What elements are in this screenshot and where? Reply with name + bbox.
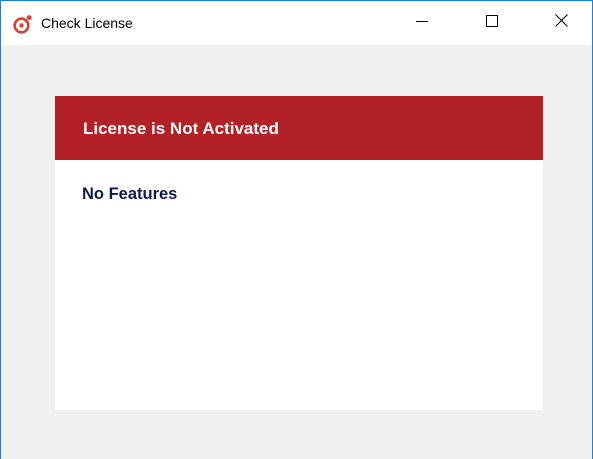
app-logo-icon: [13, 14, 33, 34]
maximize-icon: [486, 14, 498, 32]
title-bar[interactable]: Check License: [1, 1, 592, 45]
close-icon: [554, 14, 568, 32]
minimize-button[interactable]: [399, 1, 445, 45]
license-status-text: License is Not Activated: [83, 119, 279, 138]
close-button[interactable]: [538, 1, 584, 45]
check-license-window: Check License License is Not Activated N…: [0, 0, 593, 459]
features-label: No Features: [82, 185, 178, 203]
license-status-banner: License is Not Activated: [55, 96, 543, 160]
minimize-icon: [416, 14, 428, 32]
license-panel: License is Not Activated No Features: [55, 96, 543, 410]
window-title: Check License: [41, 15, 133, 31]
maximize-button[interactable]: [469, 1, 515, 45]
